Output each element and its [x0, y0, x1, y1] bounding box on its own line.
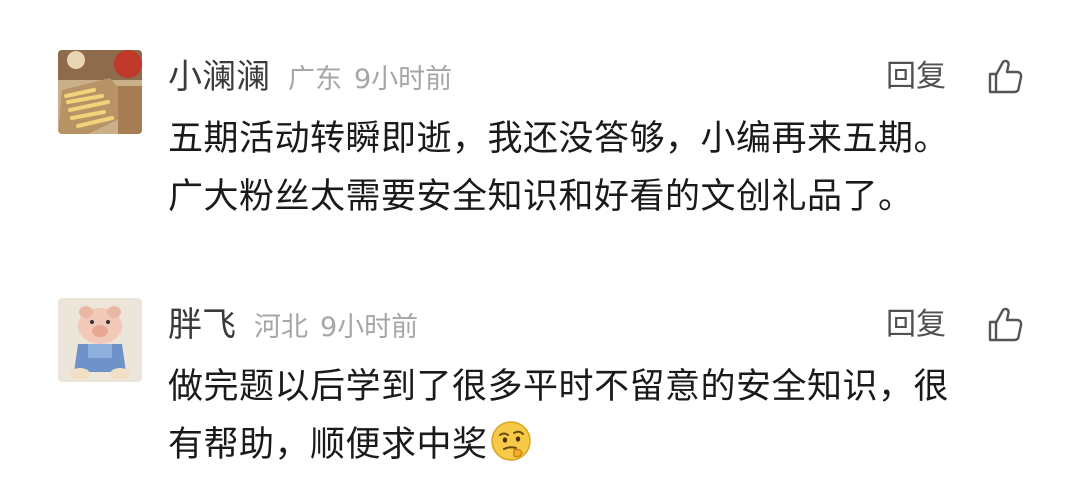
comment-header: 胖飞 河北 9小时前: [168, 302, 418, 348]
username[interactable]: 胖飞: [168, 302, 236, 348]
comment-meta: 广东 9小时前: [288, 57, 452, 103]
comment-text: 做完题以后学到了很多平时不留意的安全知识，很 有帮助，顺便求中奖: [168, 358, 1038, 474]
comment-text-line: 做完题以后学到了很多平时不留意的安全知识，很: [168, 367, 950, 407]
timestamp: 9小时前: [354, 64, 453, 95]
pig-toy-avatar-icon: [58, 298, 142, 382]
thumbs-up-icon: [988, 307, 1023, 342]
avatar[interactable]: [58, 298, 142, 382]
comment-text-line: 五期活动转瞬即逝，我还没答够，小编再来五期。: [168, 119, 950, 159]
comment-text-line: 有帮助，顺便求中奖: [168, 416, 1038, 474]
reply-button[interactable]: 回复: [886, 302, 946, 348]
location-label: 河北: [254, 312, 308, 343]
comment-text-segment: 有帮助，顺便求中奖: [168, 425, 488, 465]
location-label: 广东: [288, 64, 342, 95]
thinking-face-emoji-icon: [490, 420, 532, 462]
timestamp: 9小时前: [320, 312, 419, 343]
comment-header: 小澜澜 广东 9小时前: [168, 54, 452, 100]
comment-meta: 河北 9小时前: [254, 305, 418, 351]
avatar[interactable]: [58, 50, 142, 134]
username[interactable]: 小澜澜: [168, 54, 270, 100]
comment-text: 五期活动转瞬即逝，我还没答够，小编再来五期。 广大粉丝太需要安全知识和好看的文创…: [168, 110, 1038, 226]
like-button[interactable]: [986, 58, 1024, 96]
like-button[interactable]: [986, 306, 1024, 344]
food-photo-avatar-icon: [58, 50, 142, 134]
comment-text-line: 广大粉丝太需要安全知识和好看的文创礼品了。: [168, 177, 914, 217]
reply-button[interactable]: 回复: [886, 54, 946, 100]
thumbs-up-icon: [988, 59, 1023, 94]
